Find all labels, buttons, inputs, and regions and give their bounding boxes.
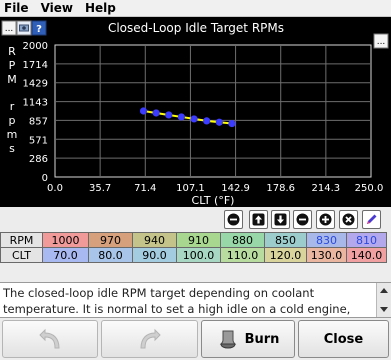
y-axis-label-char: p bbox=[9, 114, 16, 127]
clt-cell[interactable]: 90.0 bbox=[132, 247, 177, 263]
rpm-cell[interactable]: 880 bbox=[220, 232, 265, 248]
scroll-down-icon[interactable] bbox=[377, 304, 391, 316]
scroll-up-icon[interactable] bbox=[377, 284, 391, 296]
x-tick-label: 142.9 bbox=[221, 183, 250, 194]
x-tick-label: 250.0 bbox=[355, 183, 384, 194]
y-tick-label: 571 bbox=[29, 135, 48, 146]
y-axis-label-char: r bbox=[10, 100, 15, 113]
y-tick-label: 1429 bbox=[23, 79, 48, 90]
y-tick-label: 1143 bbox=[23, 98, 48, 109]
clt-cell[interactable]: 140.0 bbox=[346, 247, 387, 263]
burn-label: Burn bbox=[244, 331, 280, 347]
x-axis-label: CLT (°F) bbox=[192, 194, 235, 207]
table-toolbar bbox=[0, 207, 391, 232]
data-point bbox=[190, 115, 198, 123]
chart-options-button[interactable]: ... bbox=[1, 20, 17, 36]
table-row-clt: CLT 70.0 80.0 90.0 100.0 110.0 120.0 130… bbox=[0, 247, 387, 263]
grid bbox=[55, 45, 371, 177]
burn-button[interactable]: Burn bbox=[201, 320, 295, 358]
svg-text:...: ... bbox=[5, 24, 14, 34]
x-tick-label: 214.3 bbox=[312, 183, 341, 194]
arrow-up-icon[interactable] bbox=[249, 210, 268, 229]
y-axis-label: RPMrpms bbox=[7, 45, 18, 155]
y-axis-label-char: R bbox=[8, 45, 16, 58]
rpm-cell[interactable]: 830 bbox=[306, 232, 347, 248]
rpm-cell[interactable]: 850 bbox=[264, 232, 307, 248]
svg-text:...: ... bbox=[377, 37, 386, 47]
table-row-rpm: RPM 1000 970 940 910 880 850 830 810 bbox=[0, 232, 387, 248]
series-rpm bbox=[139, 107, 236, 128]
menu-view[interactable]: View bbox=[41, 1, 73, 16]
x-tick-label: 35.7 bbox=[89, 183, 111, 194]
redo-icon bbox=[139, 328, 161, 349]
burn-icon bbox=[219, 330, 236, 349]
close-button[interactable]: Close bbox=[298, 320, 389, 358]
clt-row-header: CLT bbox=[0, 247, 43, 263]
data-point bbox=[215, 118, 223, 126]
undo-button[interactable] bbox=[2, 320, 98, 358]
button-bar: Burn Close bbox=[0, 318, 391, 360]
x-tick-label: 178.6 bbox=[266, 183, 295, 194]
x-tick-label: 0.0 bbox=[47, 183, 63, 194]
rpm-cell[interactable]: 810 bbox=[346, 232, 387, 248]
clt-cell[interactable]: 70.0 bbox=[42, 247, 89, 263]
data-point bbox=[139, 107, 148, 115]
minus-circle-icon[interactable] bbox=[224, 210, 243, 229]
plus-circle-icon[interactable] bbox=[316, 210, 335, 229]
y-tick-label: 857 bbox=[29, 116, 48, 127]
clt-cell[interactable]: 100.0 bbox=[176, 247, 221, 263]
chart-camera-icon[interactable] bbox=[16, 20, 32, 36]
times-circle-icon[interactable] bbox=[339, 210, 358, 229]
plot-frame bbox=[54, 44, 372, 178]
y-axis-label-char: m bbox=[7, 128, 18, 141]
clt-cell[interactable]: 110.0 bbox=[220, 247, 265, 263]
clt-cell[interactable]: 130.0 bbox=[306, 247, 347, 263]
rpm-row-header: RPM bbox=[0, 232, 43, 248]
y-axis-label-char: s bbox=[9, 142, 15, 155]
redo-button[interactable] bbox=[101, 320, 198, 358]
chart-menu-button[interactable]: ... bbox=[373, 33, 389, 49]
chart-title: Closed-Loop Idle Target RPMs bbox=[108, 21, 284, 35]
close-label: Close bbox=[323, 331, 364, 347]
chart-help-icon[interactable]: ? bbox=[31, 20, 47, 36]
y-axis-label-char: M bbox=[7, 73, 17, 86]
data-point bbox=[203, 117, 211, 125]
pen-icon[interactable] bbox=[362, 210, 381, 229]
menu-file[interactable]: File bbox=[4, 1, 29, 16]
chart-panel: ... ? ... Closed-Loop Idle Target RPMs 2… bbox=[0, 17, 391, 207]
curve-table: RPM 1000 970 940 910 880 850 830 810 CLT… bbox=[0, 232, 391, 263]
minus-circle-icon[interactable] bbox=[293, 210, 312, 229]
arrow-down-icon[interactable] bbox=[271, 210, 290, 229]
data-point bbox=[177, 113, 185, 121]
x-tick-label: 71.4 bbox=[134, 183, 156, 194]
y-axis-label-char: P bbox=[9, 59, 16, 72]
y-tick-label: 1714 bbox=[23, 60, 48, 71]
rpm-cell[interactable]: 940 bbox=[132, 232, 177, 248]
y-tick-label: 286 bbox=[29, 154, 48, 165]
menu-bar: File View Help bbox=[0, 0, 391, 17]
description-text: The closed-loop idle RPM target dependin… bbox=[3, 286, 351, 316]
x-tick-label: 107.1 bbox=[176, 183, 205, 194]
y-tick-label: 2000 bbox=[23, 41, 48, 52]
menu-help[interactable]: Help bbox=[85, 1, 116, 16]
rpm-cell[interactable]: 1000 bbox=[42, 232, 89, 248]
svg-text:?: ? bbox=[36, 24, 42, 35]
clt-cell[interactable]: 120.0 bbox=[264, 247, 307, 263]
description-panel: The closed-loop idle RPM target dependin… bbox=[0, 282, 391, 318]
y-tick-labels: 20001714142911438575712860 bbox=[23, 41, 48, 184]
rpm-cell[interactable]: 910 bbox=[176, 232, 221, 248]
data-point bbox=[165, 111, 173, 119]
x-tick-labels: 0.0 35.7 71.4 107.1 142.9 178.6 214.3 250.0 bbox=[47, 183, 383, 194]
data-point bbox=[152, 109, 160, 117]
description-scrollbar[interactable] bbox=[376, 283, 391, 317]
undo-icon bbox=[39, 328, 60, 349]
data-point bbox=[228, 119, 236, 128]
curve-chart: ... ? ... Closed-Loop Idle Target RPMs 2… bbox=[1, 20, 389, 207]
rpm-cell[interactable]: 970 bbox=[88, 232, 133, 248]
clt-cell[interactable]: 80.0 bbox=[88, 247, 133, 263]
